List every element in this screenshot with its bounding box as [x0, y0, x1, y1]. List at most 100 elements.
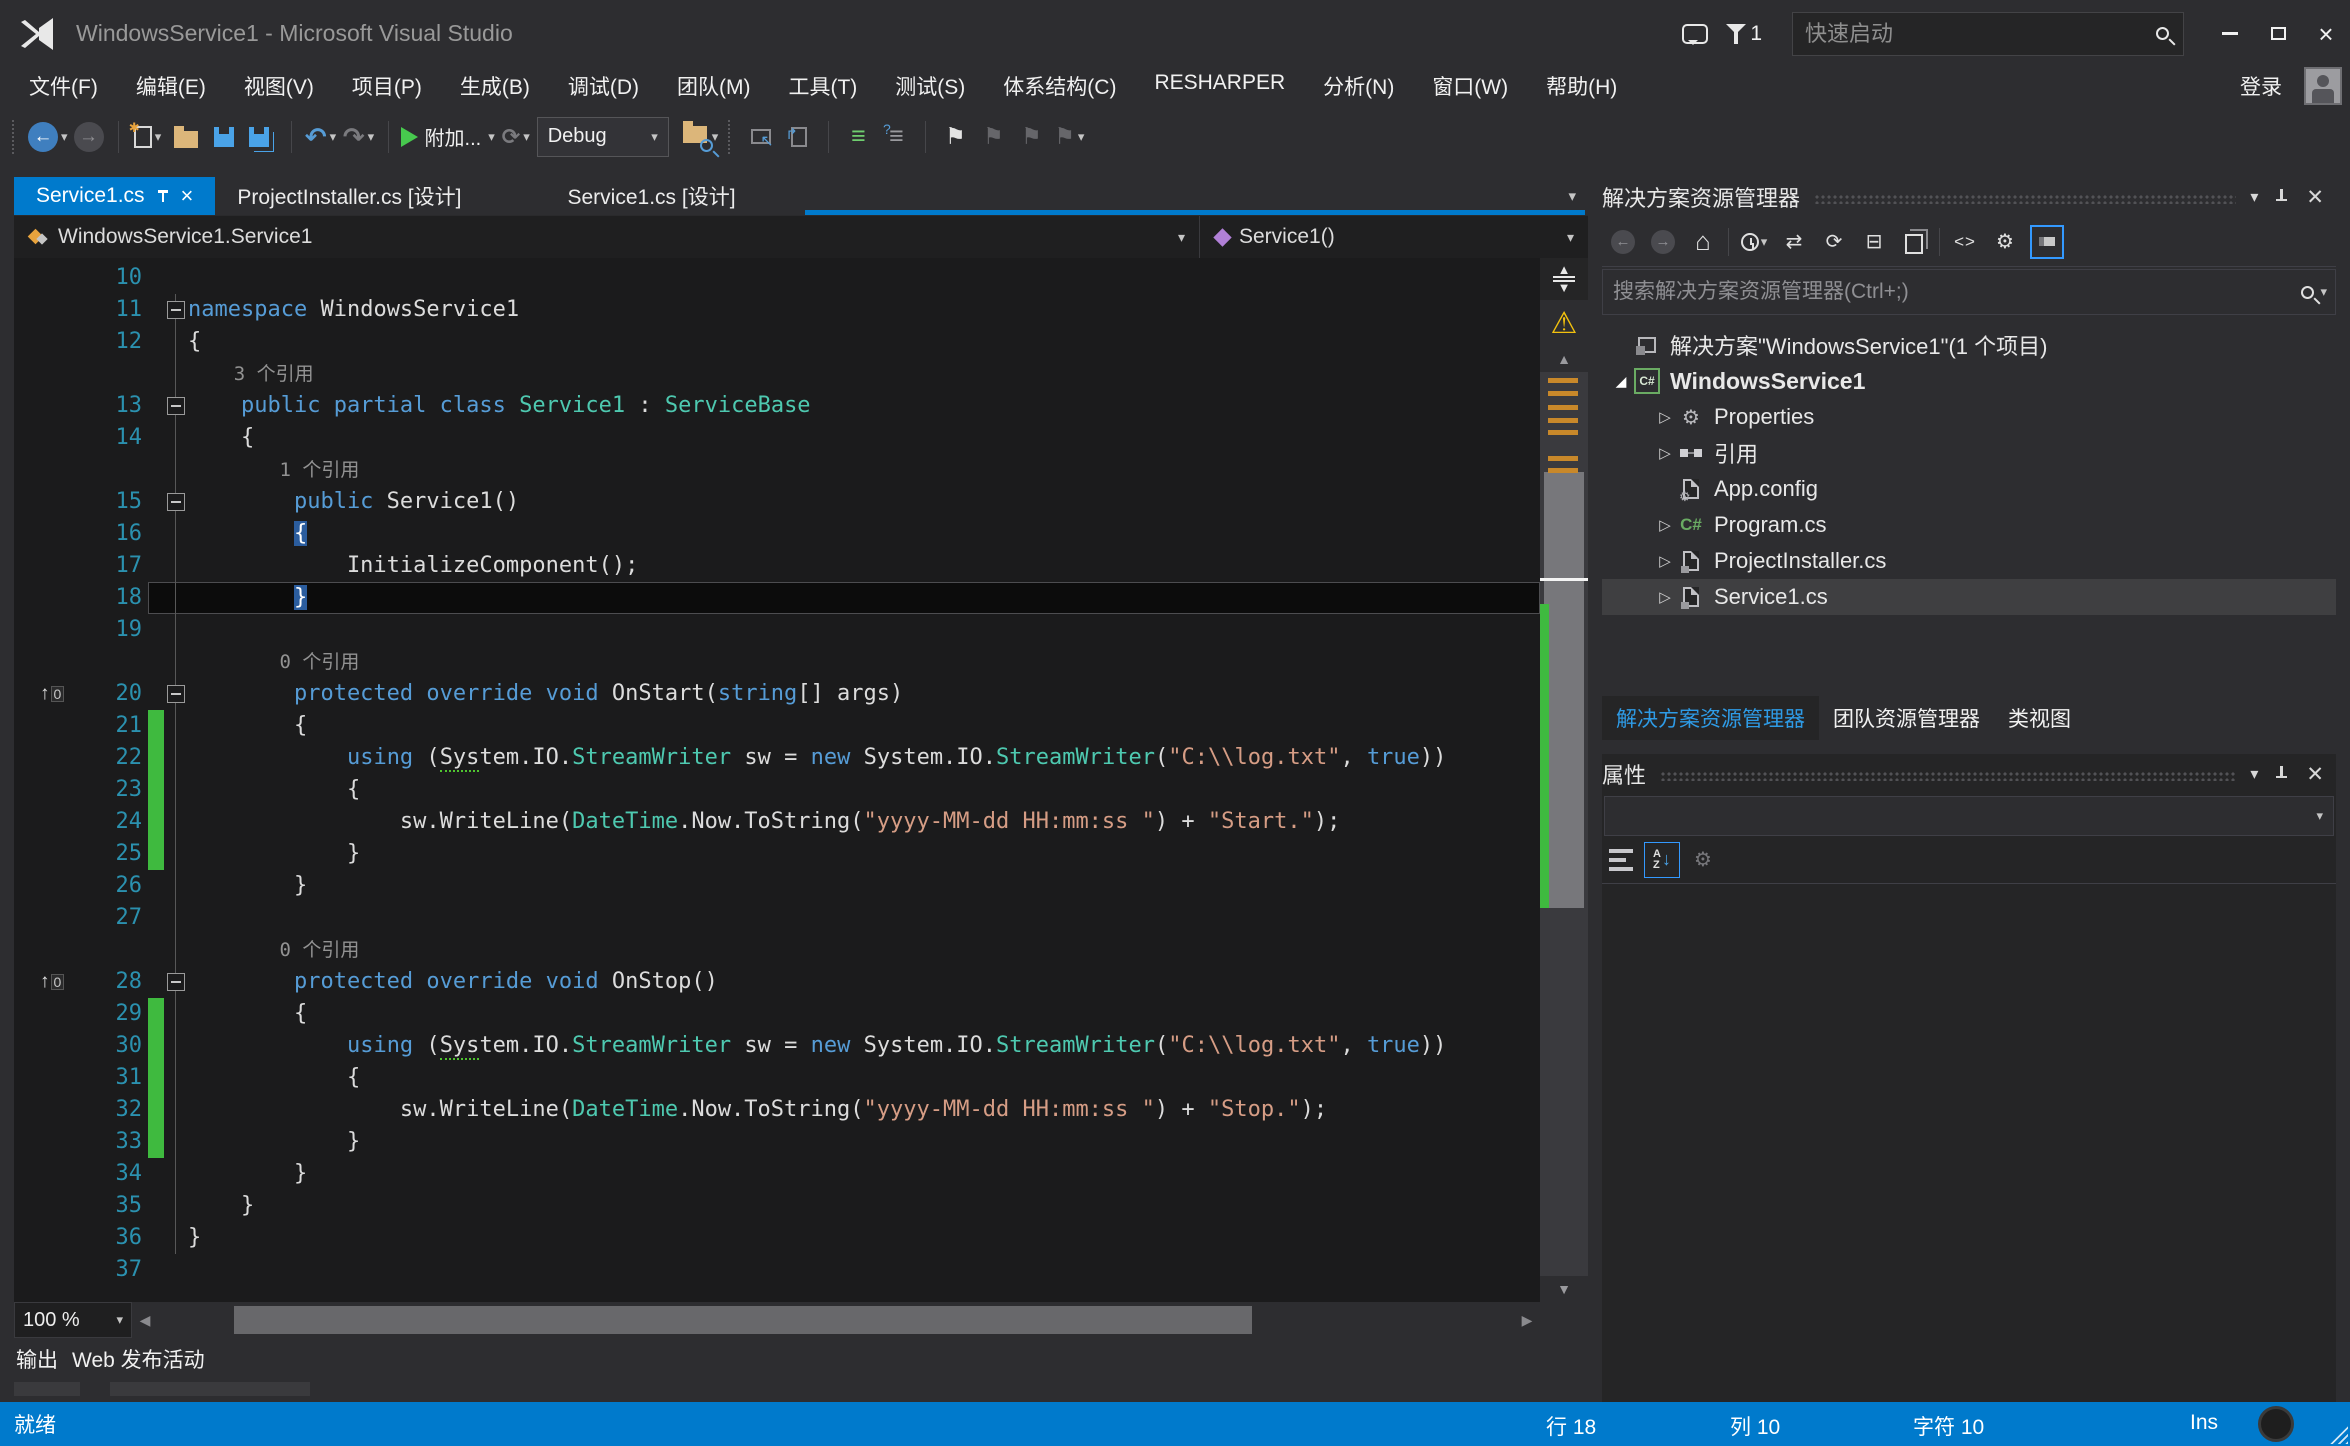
solution-search-input[interactable]	[1603, 280, 2301, 304]
sign-in-link[interactable]: 登录	[2240, 71, 2282, 101]
resharper-status-icon[interactable]	[2258, 1406, 2294, 1442]
tree-item-program.cs[interactable]: ▷C#Program.cs	[1602, 507, 2336, 543]
tree-item--[interactable]: ▷引用	[1602, 435, 2336, 471]
menu-item-8[interactable]: 测试(S)	[876, 67, 984, 105]
document-tab-1[interactable]: ProjectInstaller.cs [设计]	[215, 177, 483, 215]
open-file-button[interactable]	[169, 117, 203, 157]
property-pages-button[interactable]: ⚙	[1688, 843, 1718, 877]
vertical-scrollbar[interactable]: ▲▼ ⚠ ▲ ▼	[1540, 258, 1588, 1302]
fold-margin[interactable]	[164, 422, 188, 454]
toolbar-grip[interactable]	[728, 120, 734, 154]
override-indicator-icon[interactable]: ↑0	[40, 683, 64, 705]
toggle-bookmark-button[interactable]: ⚑	[938, 117, 972, 157]
output-tab[interactable]: 输出	[16, 1344, 58, 1374]
menu-item-2[interactable]: 视图(V)	[225, 67, 333, 105]
close-icon[interactable]: ×	[181, 185, 194, 207]
find-in-files-button[interactable]: ▾	[683, 117, 719, 157]
fold-margin[interactable]	[164, 1062, 188, 1094]
start-debug-attach-button[interactable]: 附加... ▾	[401, 117, 495, 157]
menu-item-7[interactable]: 工具(T)	[769, 67, 876, 105]
fold-margin[interactable]	[164, 390, 188, 422]
view-code-button[interactable]: <>	[1950, 225, 1980, 259]
expander-icon[interactable]: ▷	[1654, 552, 1676, 570]
fold-margin[interactable]	[164, 550, 188, 582]
menu-item-1[interactable]: 编辑(E)	[117, 67, 225, 105]
fold-margin[interactable]	[164, 486, 188, 518]
undo-button[interactable]: ↶▾	[304, 117, 338, 157]
fold-margin[interactable]	[164, 326, 188, 358]
scroll-down-arrow[interactable]: ▼	[1540, 1276, 1588, 1302]
tree-item-projectinstaller.cs[interactable]: ▷ProjectInstaller.cs	[1602, 543, 2336, 579]
code-area[interactable]: 1011namespace WindowsService112{ 3 个引用13…	[14, 258, 1540, 1302]
properties-object-select[interactable]: ▾	[1604, 796, 2334, 836]
home-button[interactable]: ⌂	[1688, 225, 1718, 259]
menu-item-9[interactable]: 体系结构(C)	[984, 67, 1135, 105]
back-button[interactable]: ←	[1608, 225, 1638, 259]
fold-margin[interactable]	[164, 582, 188, 614]
scrollbar-thumb[interactable]	[1544, 472, 1584, 908]
minimize-button[interactable]	[2206, 11, 2254, 57]
menu-item-5[interactable]: 调试(D)	[549, 67, 658, 105]
collapse-all-button[interactable]: ⊟	[1859, 225, 1889, 259]
show-all-files-button[interactable]	[1899, 225, 1929, 259]
close-icon[interactable]: ✕	[2306, 187, 2324, 208]
menu-item-13[interactable]: 帮助(H)	[1527, 67, 1636, 105]
toolbar-grip[interactable]	[12, 120, 18, 154]
scrollbar-track[interactable]	[1540, 372, 1588, 1276]
clear-bookmarks-button[interactable]: ⚑▾	[1052, 117, 1086, 157]
fold-margin[interactable]	[164, 454, 188, 486]
horizontal-scrollbar-track[interactable]	[158, 1302, 1514, 1338]
categorized-button[interactable]	[1606, 843, 1636, 877]
pin-icon[interactable]	[2276, 766, 2288, 782]
document-tab-0[interactable]: Service1.cs×	[14, 177, 215, 215]
feedback-icon[interactable]	[1672, 11, 1718, 57]
menu-item-6[interactable]: 团队(M)	[658, 67, 769, 105]
fold-margin[interactable]	[164, 710, 188, 742]
restart-button[interactable]: ⟳▾	[499, 117, 533, 157]
navigate-to-button[interactable]	[744, 117, 778, 157]
fold-margin[interactable]	[164, 1254, 188, 1286]
show-whitespace-button[interactable]: ≡	[841, 117, 875, 157]
codelens-references[interactable]: 3 个引用	[188, 363, 314, 385]
redo-button[interactable]: ↷▾	[342, 117, 376, 157]
panel-drag-handle[interactable]	[1660, 771, 2236, 781]
fold-margin[interactable]	[164, 678, 188, 710]
fold-margin[interactable]	[164, 838, 188, 870]
codelens-references[interactable]: 1 个引用	[188, 459, 359, 481]
menu-item-11[interactable]: 分析(N)	[1304, 67, 1413, 105]
expander-icon[interactable]: ◢	[1610, 373, 1632, 390]
menu-item-4[interactable]: 生成(B)	[441, 67, 549, 105]
editor-split-handle[interactable]: ▲▼	[1540, 258, 1588, 300]
properties-button[interactable]: ⚙	[1990, 225, 2020, 259]
tree-item-windowsservice1[interactable]: ◢C#WindowsService1	[1602, 363, 2336, 399]
save-all-button[interactable]	[245, 117, 279, 157]
tab-list-chevron-icon[interactable]: ▾	[1568, 187, 1576, 205]
preview-selected-items-button[interactable]	[2030, 225, 2064, 259]
window-position-chevron-icon[interactable]: ▾	[2250, 764, 2258, 784]
scroll-right-arrow[interactable]: ▶	[1514, 1302, 1540, 1338]
override-indicator-icon[interactable]: ↑0	[40, 971, 64, 993]
editor-zoom-select[interactable]: 100 %▾	[14, 1302, 132, 1338]
type-dropdown[interactable]: WindowsService1.Service1 ▾	[14, 216, 1200, 258]
codelens-references[interactable]: 0 个引用	[188, 939, 359, 961]
fold-margin[interactable]	[164, 1094, 188, 1126]
pending-changes-filter-button[interactable]: ▾	[1739, 225, 1769, 259]
fold-margin[interactable]	[164, 358, 188, 390]
fold-margin[interactable]	[164, 966, 188, 998]
close-button[interactable]: ×	[2302, 11, 2350, 57]
new-file-button[interactable]: ▾	[131, 117, 165, 157]
tree-item-app.config[interactable]: App.config	[1602, 471, 2336, 507]
navigate-back-button[interactable]: ←▾	[28, 117, 68, 157]
pin-icon[interactable]	[157, 189, 169, 203]
next-bookmark-button[interactable]: ⚑	[1014, 117, 1048, 157]
fold-margin[interactable]	[164, 1222, 188, 1254]
fold-margin[interactable]	[164, 998, 188, 1030]
pin-icon[interactable]	[2276, 189, 2288, 205]
fold-margin[interactable]	[164, 806, 188, 838]
notifications-icon[interactable]: 1	[1718, 11, 1770, 57]
expander-icon[interactable]: ▷	[1654, 408, 1676, 426]
fold-margin[interactable]	[164, 1030, 188, 1062]
quick-launch-box[interactable]	[1792, 12, 2184, 56]
fold-margin[interactable]	[164, 262, 188, 294]
save-button[interactable]	[207, 117, 241, 157]
